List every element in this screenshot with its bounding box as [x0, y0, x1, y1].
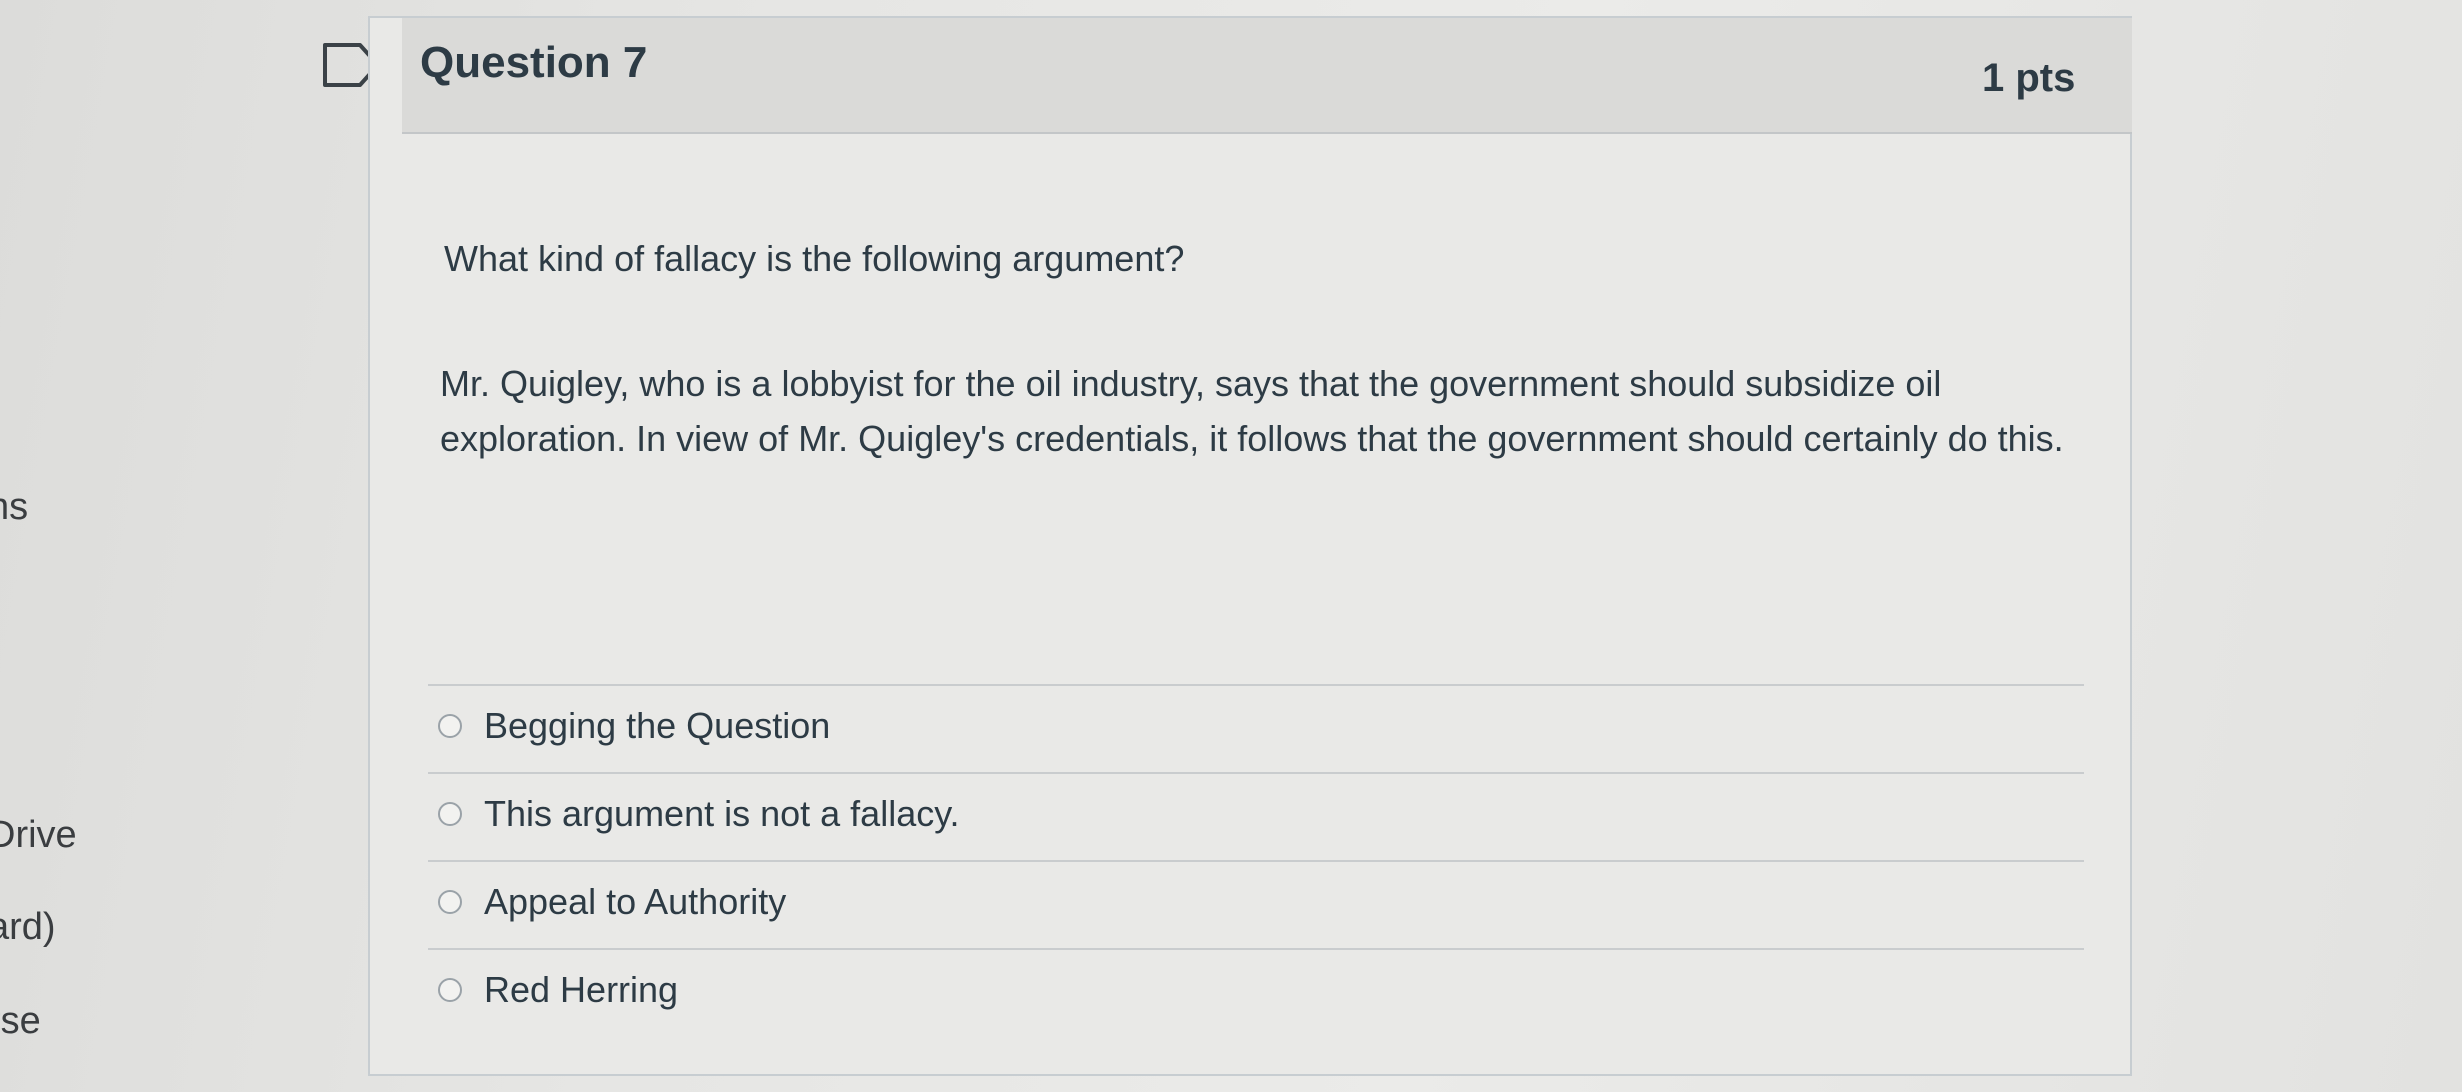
- answer-option-appeal-to-authority[interactable]: Appeal to Authority: [438, 874, 786, 930]
- answer-label: Begging the Question: [484, 705, 831, 746]
- answer-label: This argument is not a fallacy.: [484, 793, 960, 834]
- answer-option-red-herring[interactable]: Red Herring: [438, 962, 678, 1018]
- question-header: [402, 18, 2132, 134]
- answer-label: Appeal to Authority: [484, 881, 787, 922]
- radio-button[interactable]: [438, 978, 462, 1002]
- quiz-page: ns Drive ard) rse Question 7 1 pts What …: [0, 0, 2462, 1092]
- answer-option-not-a-fallacy[interactable]: This argument is not a fallacy.: [438, 786, 960, 842]
- answer-label: Red Herring: [484, 969, 679, 1010]
- answer-divider: [428, 684, 2084, 686]
- answer-option-begging-the-question[interactable]: Begging the Question: [438, 698, 830, 754]
- radio-button[interactable]: [438, 714, 462, 738]
- radio-button[interactable]: [438, 802, 462, 826]
- sidebar-item-drive[interactable]: Drive: [0, 814, 77, 857]
- sidebar-item-4[interactable]: rse: [0, 1000, 41, 1043]
- sidebar-item-3[interactable]: ard): [0, 906, 56, 949]
- answer-divider: [428, 772, 2084, 774]
- question-body: Mr. Quigley, who is a lobbyist for the o…: [440, 363, 2064, 459]
- radio-button[interactable]: [438, 890, 462, 914]
- answer-divider: [428, 948, 2084, 950]
- question-title: Question 7: [420, 38, 648, 87]
- answer-divider: [428, 860, 2084, 862]
- sidebar-item-1[interactable]: ns: [0, 486, 28, 529]
- question-points: 1 pts: [1982, 56, 2076, 100]
- question-prompt: What kind of fallacy is the following ar…: [444, 238, 1185, 279]
